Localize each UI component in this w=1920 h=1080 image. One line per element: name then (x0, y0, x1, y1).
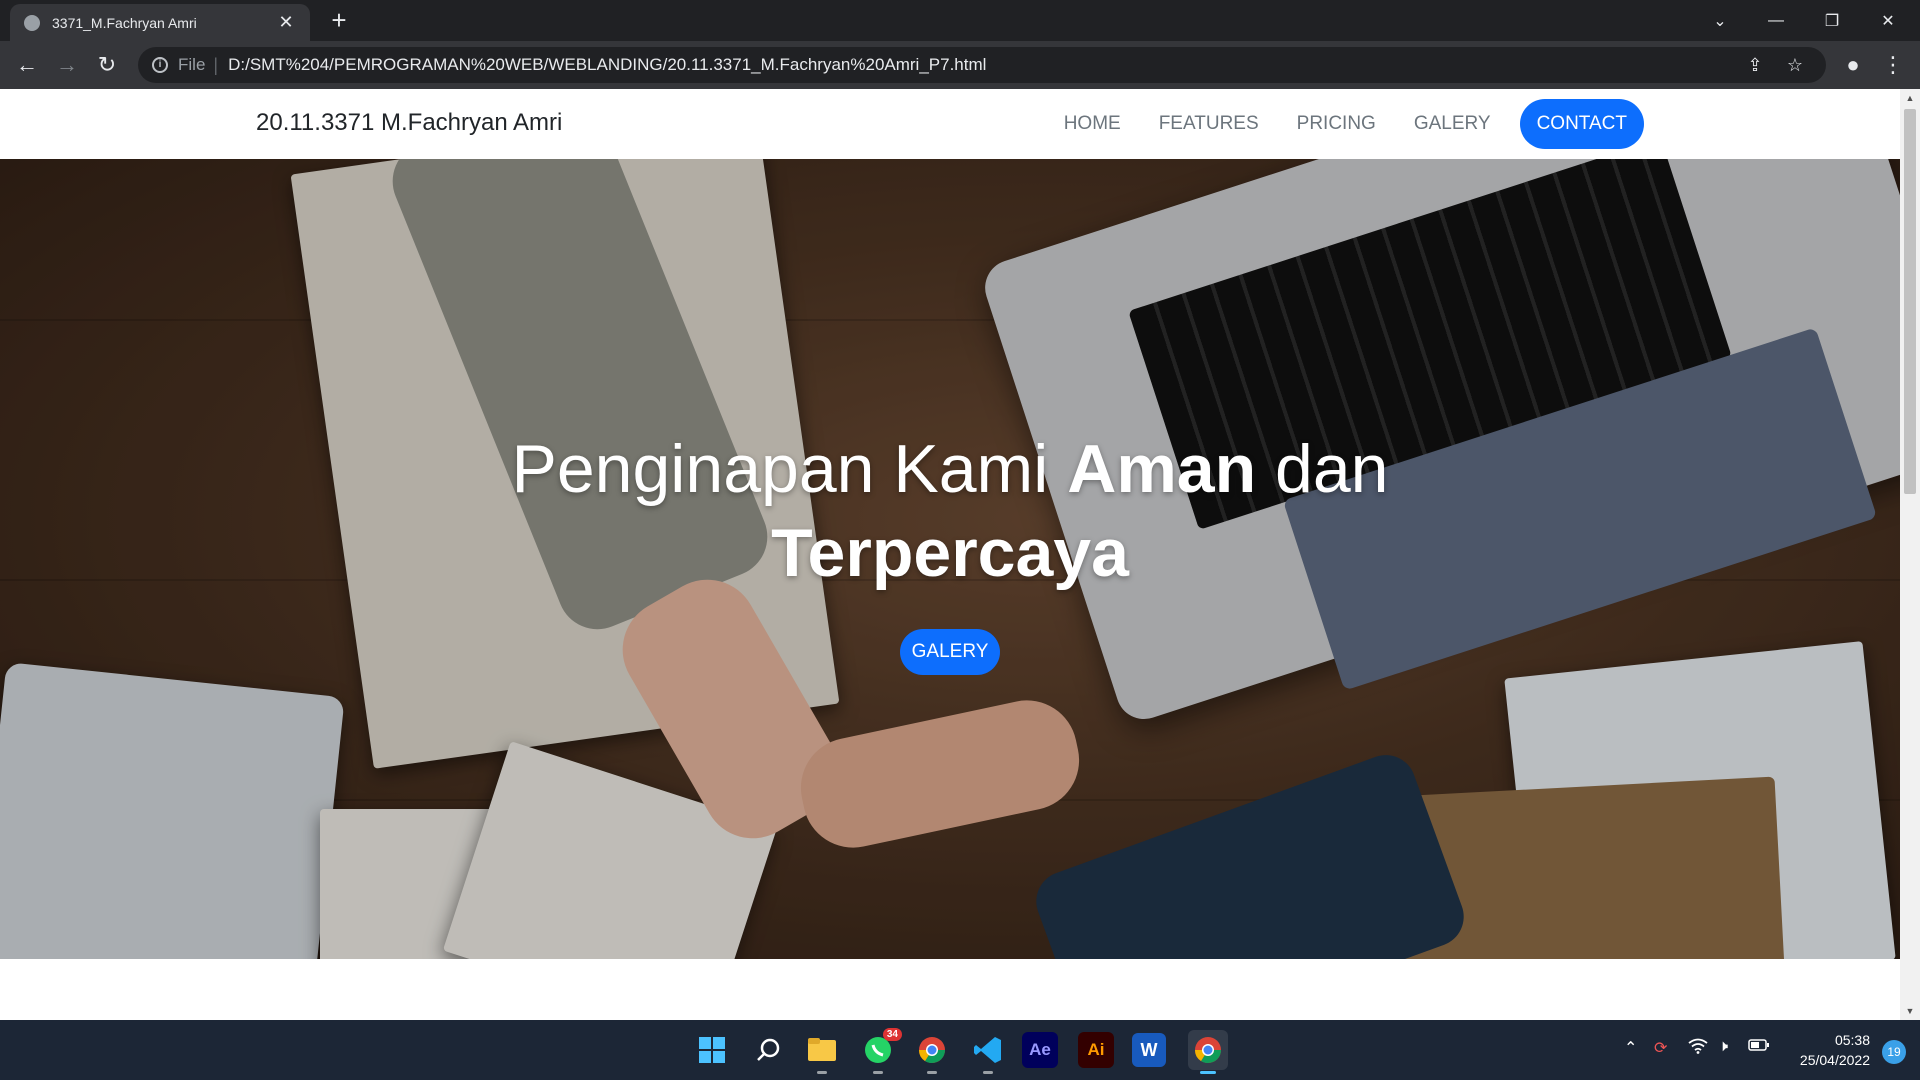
vscode-icon[interactable] (968, 1030, 1008, 1074)
nav-pricing[interactable]: PRICING (1278, 99, 1395, 149)
clock-date: 25/04/2022 (1799, 1052, 1870, 1068)
windows-start-icon[interactable] (692, 1030, 732, 1070)
globe-icon (24, 14, 40, 31)
hero-galery-button[interactable]: GALERY (900, 629, 1000, 675)
scrollbar-thumb[interactable] (1904, 109, 1916, 494)
tab-search-icon[interactable]: ⌄ (1692, 0, 1748, 41)
menu-kebab-icon[interactable]: ⋮ (1878, 50, 1908, 80)
new-tab-button[interactable]: + (324, 6, 354, 36)
tab-close-icon[interactable]: ✕ (276, 12, 296, 33)
headline-text-2: dan (1256, 431, 1389, 507)
page-viewport: 20.11.3371 M.Fachryan Amri HOME FEATURES… (0, 89, 1900, 1020)
file-explorer-icon[interactable] (802, 1030, 842, 1074)
chrome-icon[interactable] (1188, 1030, 1228, 1074)
url-text[interactable]: D:/SMT%204/PEMROGRAMAN%20WEB/WEBLANDING/… (228, 55, 986, 75)
volume-muted-icon[interactable]: 🕨 (1718, 1038, 1728, 1056)
after-effects-icon[interactable]: Ae (1022, 1032, 1058, 1068)
nav-contact-button[interactable]: CONTACT (1519, 99, 1644, 149)
scroll-down-icon[interactable]: ▼ (1900, 1002, 1920, 1020)
tray-chevron-icon[interactable]: ⌃ (1624, 1038, 1637, 1058)
headline-text-1: Penginapan Kami (511, 431, 1068, 507)
site-navbar: 20.11.3371 M.Fachryan Amri HOME FEATURES… (0, 89, 1900, 159)
tab-title: 3371_M.Fachryan Amri (52, 14, 197, 31)
address-bar[interactable]: i File | D:/SMT%204/PEMROGRAMAN%20WEB/WE… (138, 47, 1826, 83)
scroll-up-icon[interactable]: ▲ (1900, 89, 1920, 107)
nav-links: HOME FEATURES PRICING GALERY CONTACT (1045, 99, 1644, 149)
site-brand[interactable]: 20.11.3371 M.Fachryan Amri (256, 109, 562, 137)
bookmark-star-icon[interactable]: ☆ (1778, 47, 1812, 83)
nav-home[interactable]: HOME (1045, 99, 1140, 149)
wifi-icon[interactable] (1688, 1038, 1708, 1059)
forward-icon[interactable]: → (52, 50, 82, 80)
browser-toolbar: ← → ↻ i File | D:/SMT%204/PEMROGRAMAN%20… (0, 41, 1920, 89)
search-icon[interactable] (748, 1030, 788, 1070)
word-icon[interactable]: W (1132, 1033, 1166, 1067)
hero-headline: Penginapan Kami Aman dan Terpercaya (0, 427, 1900, 595)
restore-icon[interactable]: ❐ (1804, 0, 1860, 41)
nav-features[interactable]: FEATURES (1140, 99, 1278, 149)
system-clock[interactable]: 05:38 25/04/2022 (1800, 1030, 1870, 1070)
hero-section: Penginapan Kami Aman dan Terpercaya GALE… (0, 159, 1900, 959)
profile-icon[interactable]: ● (1838, 50, 1868, 80)
reload-icon[interactable]: ↻ (92, 50, 122, 80)
close-window-icon[interactable]: ✕ (1860, 0, 1916, 41)
chrome-profile-icon[interactable] (912, 1030, 952, 1074)
whatsapp-icon[interactable]: 34 (858, 1028, 902, 1074)
page-scrollbar[interactable]: ▲ ▼ (1900, 89, 1920, 1020)
whatsapp-badge: 34 (882, 1028, 902, 1041)
nav-galery[interactable]: GALERY (1395, 99, 1510, 149)
info-icon[interactable]: i (152, 57, 168, 73)
clock-time: 05:38 (1834, 1032, 1870, 1048)
headline-bold-2: Terpercaya (771, 515, 1129, 591)
scheme-label: File (178, 55, 206, 74)
share-icon[interactable]: ⇪ (1738, 47, 1772, 83)
headline-bold-1: Aman (1067, 431, 1257, 507)
notification-badge[interactable]: 19 (1882, 1040, 1906, 1064)
sync-icon[interactable]: ⟳ (1654, 1038, 1667, 1058)
browser-tab[interactable]: 3371_M.Fachryan Amri ✕ (10, 4, 310, 41)
back-icon[interactable]: ← (12, 50, 42, 80)
browser-tab-bar: 3371_M.Fachryan Amri ✕ + ⌄ — ❐ ✕ (0, 0, 1920, 41)
address-separator: | (213, 54, 219, 75)
windows-taskbar: 34 Ae Ai W ⌃ ⟳ 🕨 05:38 25/04/2022 19 (0, 1020, 1920, 1080)
minimize-icon[interactable]: — (1748, 0, 1804, 41)
battery-icon[interactable] (1748, 1038, 1770, 1057)
illustrator-icon[interactable]: Ai (1078, 1032, 1114, 1068)
